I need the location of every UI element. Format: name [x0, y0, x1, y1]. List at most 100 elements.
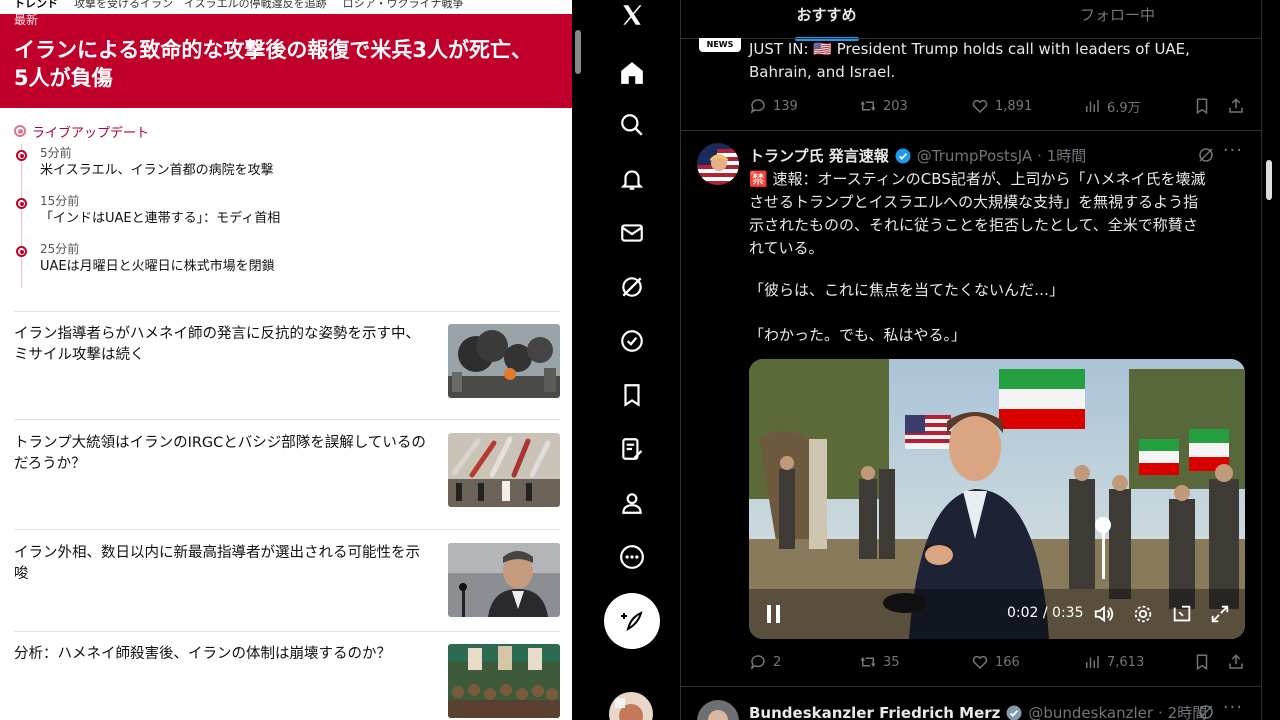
author-name[interactable]: トランプ氏 発言速報: [749, 145, 889, 166]
tweet-avatar[interactable]: [697, 143, 739, 185]
retweet-count: 203: [883, 98, 908, 114]
story-item[interactable]: イラン外相、数日以内に新最高指導者が選出される可能性を示唆: [14, 543, 560, 617]
story-item[interactable]: トランプ大統領はイランのIRGCとバシジ部隊を誤解しているのだろうか？: [14, 433, 560, 507]
live-updates-header[interactable]: ライブアップデート: [14, 118, 572, 144]
reply-icon: [750, 99, 765, 114]
retweet-count: 35: [883, 654, 900, 670]
views-button[interactable]: 6.9万: [1083, 97, 1141, 116]
views-button[interactable]: 7,613: [1083, 653, 1144, 671]
live-updates-label: ライブアップデート: [32, 125, 150, 141]
articles-icon[interactable]: [604, 428, 660, 470]
tab-for-you[interactable]: おすすめ: [681, 0, 972, 41]
news-badge[interactable]: NEWS: [699, 38, 741, 52]
divider: [14, 529, 560, 530]
view-count: 7,613: [1107, 654, 1145, 670]
story-thumbnail-minister[interactable]: [448, 543, 560, 617]
timeline-scrollbar[interactable]: [1266, 160, 1272, 200]
hero-kicker: 最新: [14, 13, 39, 27]
more-options-icon[interactable]: [604, 536, 660, 578]
live-update-text[interactable]: 米イスラエル、イラン首都の病院を攻撃: [40, 162, 572, 180]
story-item[interactable]: 分析：ハメネイ師殺害後、イランの体制は崩壊するのか？: [14, 644, 560, 718]
video-controls: 0:02 / 0:35: [749, 589, 1245, 639]
timeline-dot-icon: [16, 246, 27, 257]
story-title[interactable]: イラン指導者らがハメネイ師の発言に反抗的な姿勢を示す中、ミサイル攻撃は続く: [14, 324, 434, 366]
volume-button[interactable]: [1093, 603, 1115, 629]
bookmarks-icon[interactable]: [604, 374, 660, 416]
live-update-item[interactable]: 5分前 米イスラエル、イラン首都の病院を攻撃: [16, 144, 572, 192]
trend-link[interactable]: 攻撃を受けるイラン イスラエルの停戦違反を追跡: [74, 0, 327, 11]
story-title[interactable]: トランプ大統領はイランのIRGCとバシジ部隊を誤解しているのだろうか？: [14, 433, 434, 475]
reply-button[interactable]: 2: [749, 653, 781, 671]
tweet-text-line: させるトランプとイスラエルへの大規模な支持」を無視するよう指: [749, 193, 1199, 211]
share-button[interactable]: [1227, 653, 1245, 671]
trend-link[interactable]: ロシア・ウクライナ戦争: [343, 0, 464, 11]
trending-bar: トレンド 攻撃を受けるイラン イスラエルの停戦違反を追跡 ロシア・ウクライナ戦争: [0, 0, 572, 14]
timeline-dot-icon: [16, 198, 27, 209]
story-thumbnail-crowd[interactable]: [448, 644, 560, 718]
home-icon[interactable]: [604, 52, 660, 94]
tab-following[interactable]: フォロー中: [972, 0, 1261, 38]
grok-icon[interactable]: [1197, 703, 1215, 720]
pause-button[interactable]: [765, 604, 783, 628]
tweet-avatar[interactable]: [697, 700, 739, 720]
like-count: 1,891: [995, 98, 1033, 114]
premium-verified-icon[interactable]: [604, 320, 660, 362]
story-item[interactable]: イラン指導者らがハメネイ師の発言に反抗的な姿勢を示す中、ミサイル攻撃は続く: [14, 324, 560, 398]
hero-banner[interactable]: 最新 イランによる致命的な攻撃後の報復で米兵3人が死亡、5人が負傷: [0, 14, 572, 108]
view-count: 6.9万: [1107, 100, 1141, 116]
live-update-text[interactable]: UAEは月曜日と火曜日に株式市場を閉鎖: [40, 258, 572, 276]
pause-icon: [767, 605, 780, 623]
pip-button[interactable]: [1171, 603, 1193, 629]
story-title[interactable]: イラン外相、数日以内に新最高指導者が選出される可能性を示唆: [14, 543, 434, 585]
timeline-tabs: おすすめ フォロー中: [681, 0, 1261, 41]
like-button[interactable]: 1,891: [971, 97, 1032, 115]
bookmark-button[interactable]: [1193, 653, 1211, 671]
tweet-text-line: 🈲 速報：オースティンのCBS記者が、上司から「ハメネイ氏を壊滅: [749, 170, 1206, 188]
author-handle[interactable]: @TrumpPostsJA: [917, 147, 1032, 165]
live-update-item[interactable]: 25分前 UAEは月曜日と火曜日に株式市場を閉鎖: [16, 240, 572, 288]
live-update-time: 25分前: [40, 242, 80, 256]
notifications-bell-icon[interactable]: [604, 158, 660, 200]
story-title[interactable]: 分析：ハメネイ師殺害後、イランの体制は崩壊するのか？: [14, 644, 434, 665]
compose-post-button[interactable]: [604, 593, 660, 649]
like-button[interactable]: 166: [971, 653, 1020, 671]
video-player[interactable]: 0:02 / 0:35: [749, 359, 1245, 639]
author-name[interactable]: Bundeskanzler Friedrich Merz: [749, 704, 1000, 720]
retweet-button[interactable]: 203: [859, 97, 908, 115]
x-logo-icon[interactable]: [604, 0, 660, 36]
search-icon[interactable]: [604, 104, 660, 146]
views-chart-icon: [1086, 656, 1099, 668]
messages-envelope-icon[interactable]: [604, 212, 660, 254]
live-indicator-icon: [14, 125, 26, 137]
more-options-icon[interactable]: ···: [1223, 697, 1243, 718]
news-scrollbar[interactable]: [575, 30, 581, 74]
tweet-timestamp[interactable]: · 1時間: [1037, 145, 1086, 166]
tweet-text-line: 示されたものの、それに従うことを拒否したとして、全米で称賛さ: [749, 216, 1198, 234]
volume-icon: [1094, 605, 1114, 623]
tweet-quote: 「わかった。でも、私はやる。」: [749, 326, 967, 344]
feather-plus-icon: [621, 611, 643, 632]
story-thumbnail-missiles[interactable]: [448, 433, 560, 507]
bookmark-button[interactable]: [1193, 97, 1211, 115]
x-timeline: おすすめ フォロー中 NEWS JUST IN: 🇺🇸 President Tr…: [680, 0, 1262, 720]
live-update-text[interactable]: 「インドはUAEと連帯する」：モディ首相: [40, 210, 572, 228]
author-handle[interactable]: @bundeskanzler: [1028, 704, 1153, 720]
live-update-item[interactable]: 15分前 「インドはUAEと連帯する」：モディ首相: [16, 192, 572, 240]
divider: [681, 686, 1261, 687]
divider: [14, 419, 560, 420]
retweet-button[interactable]: 35: [859, 653, 900, 671]
account-avatar[interactable]: [609, 692, 653, 720]
grok-icon[interactable]: [604, 266, 660, 308]
profile-icon[interactable]: [604, 482, 660, 524]
fullscreen-button[interactable]: [1209, 603, 1231, 629]
video-settings-button[interactable]: [1132, 603, 1154, 629]
trend-label: トレンド: [14, 0, 58, 10]
reply-button[interactable]: 139: [749, 97, 798, 115]
more-options-icon[interactable]: ···: [1223, 140, 1243, 161]
story-thumbnail-smoke[interactable]: [448, 324, 560, 398]
hero-headline[interactable]: イランによる致命的な攻撃後の報復で米兵3人が死亡、5人が負傷: [14, 36, 544, 92]
share-button[interactable]: [1227, 97, 1245, 115]
grok-icon[interactable]: [1197, 146, 1215, 164]
retweet-icon: [860, 656, 876, 668]
share-icon: [1229, 98, 1243, 113]
